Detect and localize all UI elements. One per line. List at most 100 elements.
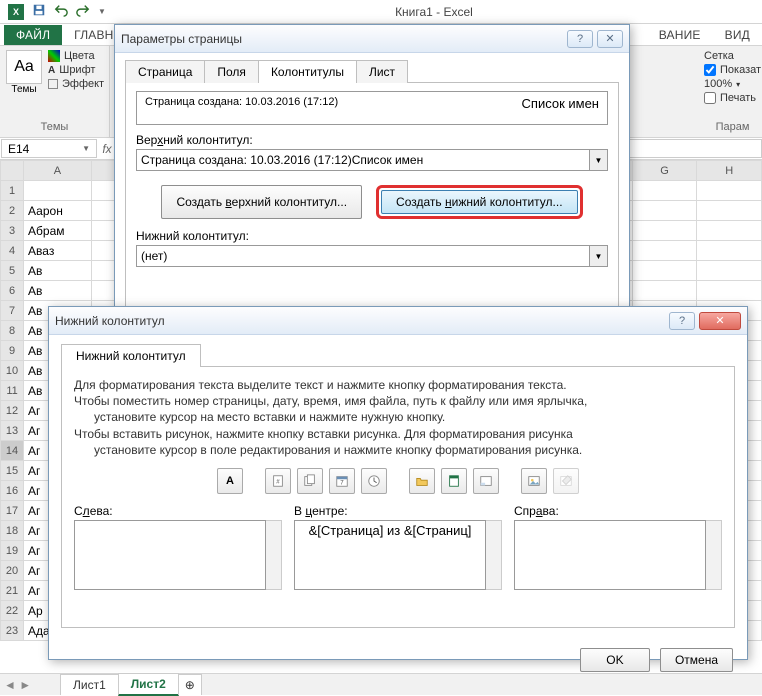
scrollbar[interactable] [706,520,722,590]
show-checkbox[interactable]: Показат [704,64,761,76]
help-button[interactable]: ? [567,30,593,48]
name-box[interactable]: E14▼ [1,139,97,158]
print-checkbox[interactable]: Печать [704,92,761,104]
row-header[interactable]: 18 [1,521,24,541]
tab-partial[interactable]: ВАНИЕ [647,25,713,45]
sheet-nav[interactable]: ◄ ► [4,678,31,692]
tab-view[interactable]: ВИД [713,25,762,45]
chevron-down-icon[interactable]: ▼ [590,149,608,171]
row-header[interactable]: 13 [1,421,24,441]
row-header[interactable]: 3 [1,221,24,241]
header-combo[interactable]: ▼ [136,149,608,171]
row-header[interactable]: 6 [1,281,24,301]
create-header-button[interactable]: Создать верхний колонтитул... [161,185,362,219]
row-header[interactable]: 17 [1,501,24,521]
qat-dropdown-icon[interactable]: ▼ [98,7,106,16]
close-button[interactable]: ✕ [597,30,623,48]
row-header[interactable]: 8 [1,321,24,341]
excel-icon: X [8,4,24,20]
row-header[interactable]: 1 [1,181,24,201]
show-check-icon[interactable] [704,64,716,76]
page-setup-titlebar[interactable]: Параметры страницы ? ✕ [115,25,629,53]
page-count-button[interactable] [297,468,323,494]
row-header[interactable]: 7 [1,301,24,321]
close-button[interactable]: ✕ [699,312,741,330]
date-button[interactable]: 7 [329,468,355,494]
tab-margins[interactable]: Поля [204,60,259,83]
subtab-footer[interactable]: Нижний колонтитул [61,344,201,367]
page-setup-dialog: Параметры страницы ? ✕ Страница Поля Кол… [114,24,630,308]
ok-button[interactable]: OK [580,648,650,672]
tab-sheet[interactable]: Лист [356,60,408,83]
help-button[interactable]: ? [669,312,695,330]
print-check-icon[interactable] [704,92,716,104]
format-picture-button[interactable] [553,468,579,494]
colors-button[interactable]: Цвета [48,50,104,62]
cell[interactable]: Аваз [24,241,92,261]
select-all-corner[interactable] [1,161,24,181]
row-header[interactable]: 15 [1,461,24,481]
scrollbar[interactable] [266,520,282,590]
col-header-h[interactable]: H [697,161,762,181]
filename-button[interactable] [441,468,467,494]
right-section-input[interactable] [514,520,706,590]
scrollbar[interactable] [486,520,502,590]
page-number-button[interactable]: # [265,468,291,494]
row-header[interactable]: 12 [1,401,24,421]
row-header[interactable]: 9 [1,341,24,361]
col-header-g[interactable]: G [632,161,697,181]
row-header[interactable]: 5 [1,261,24,281]
zoom-readout[interactable]: 100% ▾ [704,78,761,90]
row-header[interactable]: 20 [1,561,24,581]
save-icon[interactable] [32,3,46,20]
cell[interactable]: Ав [24,281,92,301]
create-footer-button[interactable]: Создать нижний колонтитул... [381,190,577,214]
row-header[interactable]: 14 [1,441,24,461]
effects-icon [48,79,58,89]
sheetname-button[interactable] [473,468,499,494]
fonts-button[interactable]: AШрифт [48,64,104,76]
row-header[interactable]: 22 [1,601,24,621]
tab-header-footer[interactable]: Колонтитулы [258,60,357,83]
themes-label-under: Темы [6,84,42,95]
chevron-down-icon[interactable]: ▼ [82,144,90,153]
highlight-frame: Создать нижний колонтитул... [376,185,582,219]
row-header[interactable]: 2 [1,201,24,221]
footer-combo-input[interactable] [136,245,590,267]
row-header[interactable]: 11 [1,381,24,401]
footer-panel: Для форматирования текста выделите текст… [61,366,735,628]
row-header[interactable]: 19 [1,541,24,561]
tab-file[interactable]: ФАЙЛ [4,25,62,45]
col-header-a[interactable]: A [24,161,92,181]
insert-picture-button[interactable] [521,468,547,494]
footer-titlebar[interactable]: Нижний колонтитул ? ✕ [49,307,747,335]
quick-access-toolbar: X ▼ Книга1 - Excel [0,0,762,24]
cell[interactable]: Ав [24,261,92,281]
center-section-input[interactable]: &[Страница] из &[Страниц] [294,520,486,590]
chevron-down-icon[interactable]: ▼ [590,245,608,267]
themes-group-label: Темы [6,121,103,133]
cell[interactable]: Абрам [24,221,92,241]
tab-page[interactable]: Страница [125,60,205,83]
toolbar: A # 7 [74,468,722,494]
redo-icon[interactable] [76,3,90,20]
time-button[interactable] [361,468,387,494]
header-combo-input[interactable] [136,149,590,171]
row-header[interactable]: 21 [1,581,24,601]
filepath-button[interactable] [409,468,435,494]
effects-button[interactable]: Эффект [48,78,104,90]
themes-button[interactable]: Aa [6,50,42,84]
cancel-button[interactable]: Отмена [660,648,733,672]
left-section-input[interactable] [74,520,266,590]
cell[interactable]: Аарон [24,201,92,221]
cell[interactable] [24,181,92,201]
row-header[interactable]: 23 [1,621,24,641]
undo-icon[interactable] [54,3,68,20]
left-label: Слева: [74,504,282,518]
format-text-button[interactable]: A [217,468,243,494]
row-header[interactable]: 4 [1,241,24,261]
footer-combo[interactable]: ▼ [136,245,608,267]
row-header[interactable]: 16 [1,481,24,501]
ribbon-group-view: Сетка Показат 100% ▾ Печать Парам [698,46,762,137]
row-header[interactable]: 10 [1,361,24,381]
